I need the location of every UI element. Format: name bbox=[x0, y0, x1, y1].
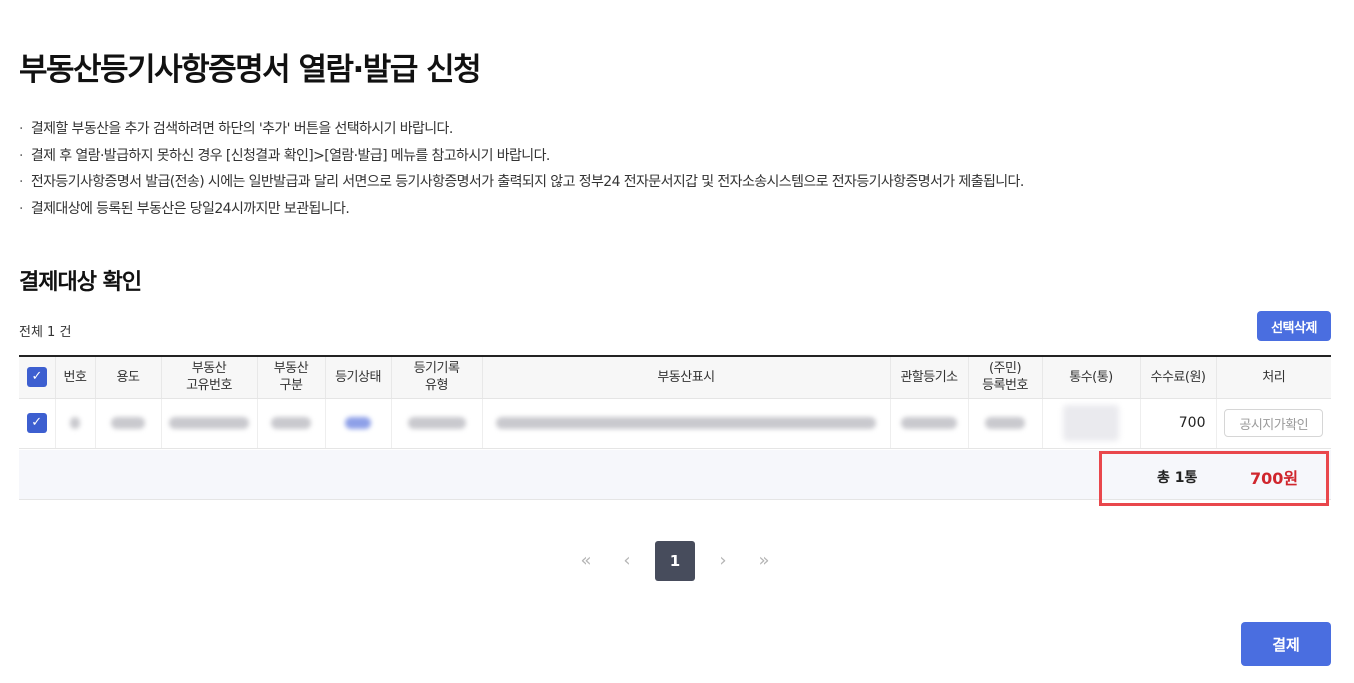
total-count: 전체 1 건 bbox=[19, 325, 72, 340]
notice-list: 결제할 부동산을 추가 검색하려면 하단의 '추가' 버튼을 선택하시기 바랍니… bbox=[19, 116, 1024, 222]
cell-copies[interactable] bbox=[1042, 398, 1141, 449]
header-office: 관할등기소 bbox=[890, 355, 969, 399]
header-display: 부동산표시 bbox=[482, 355, 891, 399]
summary-amount: 700원 bbox=[1250, 469, 1299, 488]
table-header-row: ✓ 번호 용도 부동산 고유번호 부동산 구분 등기상태 등기기록 유형 부동산표시 … bbox=[19, 355, 1331, 399]
header-copies: 통수(통) bbox=[1042, 355, 1141, 399]
header-status: 등기상태 bbox=[325, 355, 392, 399]
header-select-all[interactable]: ✓ bbox=[19, 355, 56, 399]
notice-item: 전자등기사항증명서 발급(전송) 시에는 일반발급과 달리 서면으로 등기사항증… bbox=[19, 169, 1024, 196]
cell-usage bbox=[95, 398, 162, 449]
section-title: 결제대상 확인 bbox=[19, 270, 142, 295]
cell-no bbox=[55, 398, 96, 449]
header-usage: 용도 bbox=[95, 355, 162, 399]
row-select-cell[interactable]: ✓ bbox=[19, 398, 56, 449]
cell-record-type bbox=[391, 398, 483, 449]
cell-reg-no bbox=[968, 398, 1043, 449]
blurred-text bbox=[496, 417, 876, 429]
cell-type bbox=[257, 398, 326, 449]
pagination-page-current[interactable]: 1 bbox=[655, 541, 695, 581]
payment-table: ✓ 번호 용도 부동산 고유번호 부동산 구분 등기상태 등기기록 유형 부동산표시 … bbox=[19, 355, 1331, 449]
header-reg-no: (주민) 등록번호 bbox=[968, 355, 1043, 399]
header-fee: 수수료(원) bbox=[1140, 355, 1217, 399]
notice-item: 결제할 부동산을 추가 검색하려면 하단의 '추가' 버튼을 선택하시기 바랍니… bbox=[19, 116, 1024, 143]
blurred-text bbox=[407, 417, 466, 429]
checkbox-checked-icon[interactable]: ✓ bbox=[26, 367, 47, 388]
blurred-text bbox=[901, 417, 957, 429]
pagination-first-icon[interactable]: « bbox=[571, 541, 601, 581]
delete-selected-button[interactable]: 선택삭제 bbox=[1257, 311, 1331, 341]
page-title: 부동산등기사항증명서 열람·발급 신청 bbox=[19, 52, 482, 88]
cell-fee: 700 bbox=[1140, 398, 1217, 449]
cell-status bbox=[325, 398, 392, 449]
blurred-text bbox=[70, 417, 80, 429]
pagination-last-icon[interactable]: » bbox=[749, 541, 779, 581]
blurred-text bbox=[345, 417, 371, 429]
pagination-next-icon[interactable]: › bbox=[708, 541, 738, 581]
blurred-text bbox=[271, 417, 311, 429]
cell-action: 공시지가확인 bbox=[1216, 398, 1331, 449]
copies-stepper[interactable] bbox=[1063, 405, 1119, 441]
pagination-prev-icon[interactable]: ‹ bbox=[612, 541, 642, 581]
cell-unique-no bbox=[161, 398, 258, 449]
header-unique-no: 부동산 고유번호 bbox=[161, 355, 258, 399]
table-row: ✓ 700 공시지가확인 bbox=[19, 398, 1331, 449]
header-action: 처리 bbox=[1216, 355, 1331, 399]
blurred-text bbox=[985, 417, 1025, 429]
cell-display bbox=[482, 398, 891, 449]
land-price-check-button[interactable]: 공시지가확인 bbox=[1224, 409, 1324, 437]
checkbox-checked-icon[interactable]: ✓ bbox=[26, 413, 47, 433]
notice-item: 결제 후 열람·발급하지 못하신 경우 [신청결과 확인]>[열람·발급] 메뉴… bbox=[19, 143, 1024, 170]
blurred-text bbox=[169, 417, 249, 429]
header-record-type: 등기기록 유형 bbox=[391, 355, 483, 399]
cell-office bbox=[890, 398, 969, 449]
summary-count: 총 1통 bbox=[1157, 470, 1198, 486]
pay-button[interactable]: 결제 bbox=[1241, 622, 1331, 666]
blurred-text bbox=[111, 417, 145, 429]
header-type: 부동산 구분 bbox=[257, 355, 326, 399]
header-no: 번호 bbox=[55, 355, 96, 399]
notice-item: 결제대상에 등록된 부동산은 당일24시까지만 보관됩니다. bbox=[19, 196, 1024, 223]
